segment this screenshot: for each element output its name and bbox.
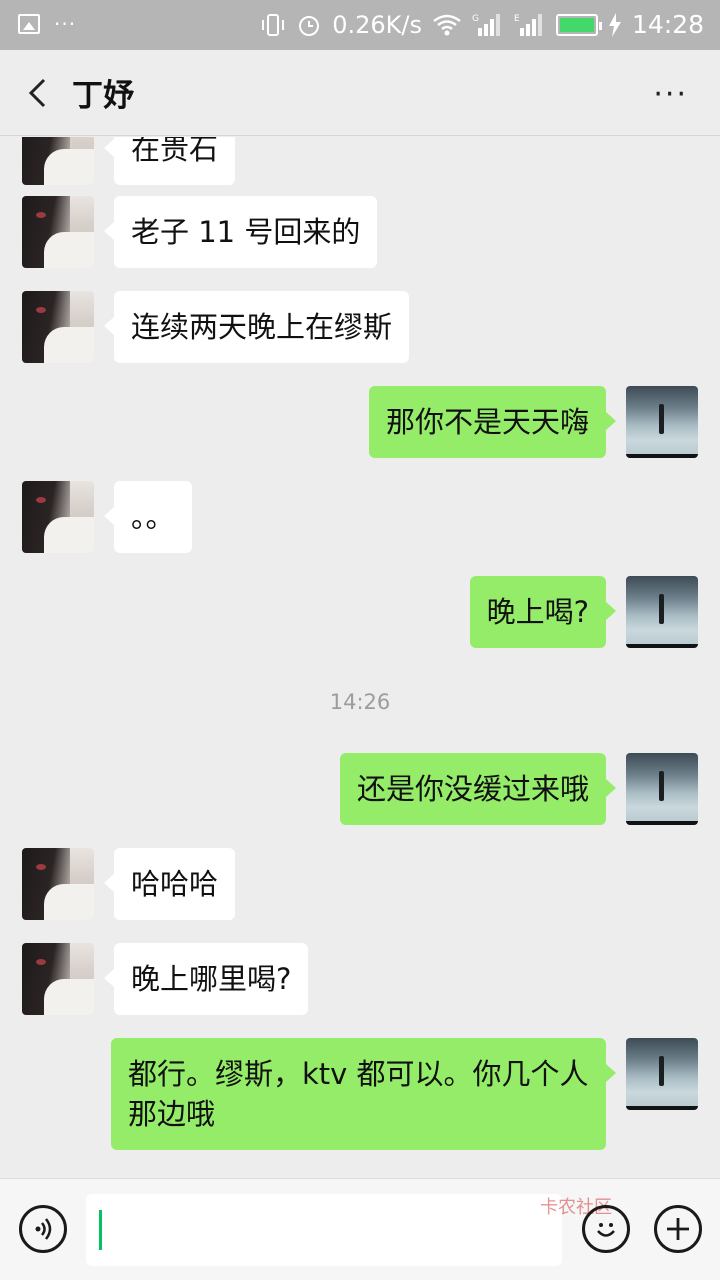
more-dots-icon[interactable]: ···: [653, 77, 688, 112]
message-bubble[interactable]: 还是你没缓过来哦: [339, 753, 617, 825]
chat-list[interactable]: 在贵石 老子 11 号回来的 连续两天晚上在缪斯 那你不是天天嗨 。。 晚上喝?…: [0, 137, 720, 1177]
message-sent: 那你不是天天嗨: [0, 386, 720, 466]
wifi-icon: [432, 11, 462, 39]
message-bubble[interactable]: 连续两天晚上在缪斯: [103, 291, 410, 363]
voice-icon[interactable]: [19, 1205, 67, 1253]
status-bar: ··· 0.26K/s G E 14:28: [0, 0, 720, 50]
contact-avatar[interactable]: [22, 943, 94, 1015]
message-received: 连续两天晚上在缪斯: [0, 291, 720, 371]
svg-text:E: E: [514, 14, 520, 24]
signal-sim1-icon: G: [472, 11, 504, 39]
gallery-notification-icon: [18, 14, 40, 34]
plus-icon[interactable]: [654, 1205, 702, 1253]
message-bubble[interactable]: 。。: [104, 481, 192, 553]
chat-header: 丁妤 ···: [0, 50, 720, 136]
my-avatar[interactable]: [626, 576, 698, 648]
my-avatar[interactable]: [626, 753, 698, 825]
message-bubble[interactable]: 哈哈哈: [103, 848, 236, 920]
contact-avatar[interactable]: [22, 196, 94, 268]
message-bubble[interactable]: 那你不是天天嗨: [368, 386, 617, 458]
chat-title: 丁妤: [72, 78, 134, 114]
alarm-icon: [296, 11, 322, 39]
message-received: 老子 11 号回来的: [0, 196, 720, 276]
charging-icon: [608, 11, 622, 39]
message-bubble[interactable]: 在贵石: [103, 137, 236, 185]
message-received: 哈哈哈: [0, 848, 720, 928]
message-bubble[interactable]: 老子 11 号回来的: [103, 196, 378, 268]
signal-sim2-icon: E: [514, 11, 546, 39]
chevron-left-icon[interactable]: [22, 76, 56, 110]
contact-avatar[interactable]: [22, 481, 94, 553]
battery-icon: [555, 13, 602, 36]
network-speed: 0.26K/s: [332, 10, 422, 39]
message-timestamp: 14:26: [329, 690, 391, 714]
input-bar: 卡农社区: [0, 1178, 720, 1280]
message-received: 在贵石: [0, 137, 720, 185]
message-received: 晚上哪里喝?: [0, 943, 720, 1023]
vibrate-icon: [260, 11, 286, 39]
my-avatar[interactable]: [626, 1038, 698, 1110]
message-sent: 还是你没缓过来哦: [0, 753, 720, 833]
contact-avatar[interactable]: [22, 291, 94, 363]
message-input[interactable]: [86, 1194, 562, 1266]
message-bubble[interactable]: 都行。缪斯，ktv 都可以。你几个人那边哦: [111, 1038, 616, 1150]
message-bubble[interactable]: 晚上哪里喝?: [103, 943, 309, 1015]
text-cursor: [99, 1210, 102, 1250]
status-time: 14:28: [631, 10, 704, 39]
my-avatar[interactable]: [626, 386, 698, 458]
contact-avatar[interactable]: [22, 848, 94, 920]
svg-text:G: G: [472, 14, 479, 24]
contact-avatar[interactable]: [22, 137, 94, 185]
more-notifications-icon: ···: [54, 12, 77, 36]
message-bubble[interactable]: 晚上喝?: [469, 576, 617, 648]
message-received: 。。: [0, 481, 720, 561]
message-sent: 都行。缪斯，ktv 都可以。你几个人那边哦: [0, 1038, 720, 1162]
message-sent: 晚上喝?: [0, 576, 720, 656]
emoji-icon[interactable]: [582, 1205, 630, 1253]
